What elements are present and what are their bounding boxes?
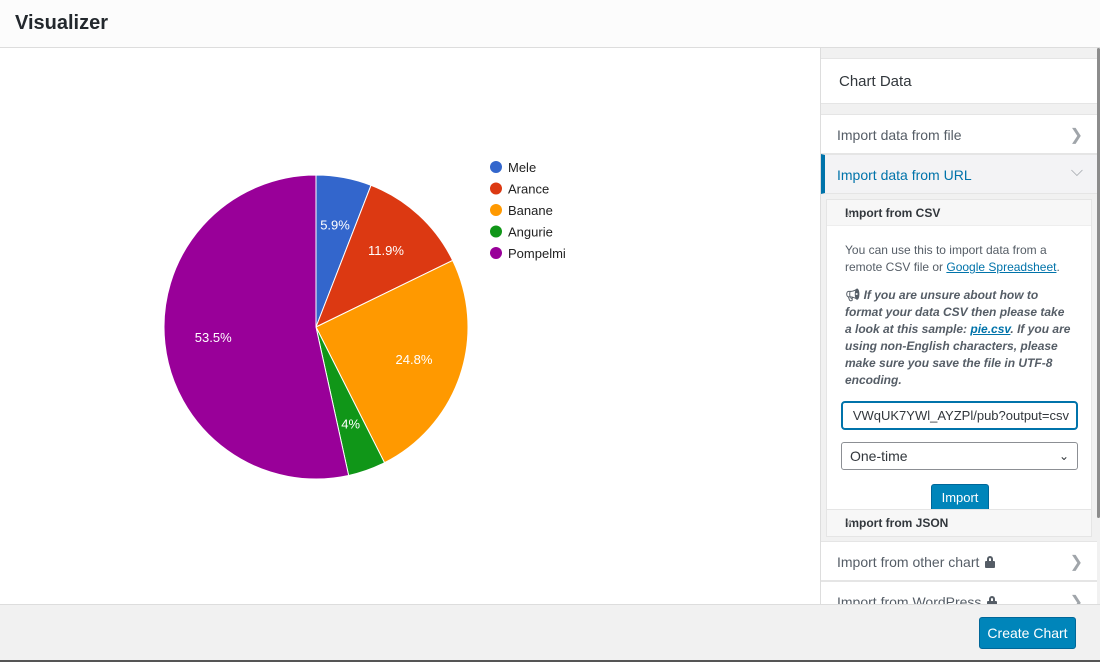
section-label-wrap: Import from other chart [837,554,996,570]
megaphone-icon: 📢︎ [845,288,861,302]
legend-marker-pompelmi [490,247,502,259]
google-spreadsheet-link[interactable]: Google Spreadsheet [946,260,1056,274]
section-label: Import from WordPress [837,594,982,604]
json-panel-header[interactable]: Import from JSON ▼ [827,510,1091,536]
legend-label-pompelmi[interactable]: Pompelmi [508,246,566,261]
schedule-select[interactable]: One-time ⌄ [841,442,1078,470]
slice-label-mele: 5.9% [320,217,350,232]
chevron-right-icon: ❯ [1069,554,1083,571]
section-label: Import data from URL [837,167,972,183]
legend-marker-arance [490,182,502,195]
chevron-right-icon: ❯ [1069,594,1083,604]
section-import-from-other-chart[interactable]: Import from other chart ❯ [821,541,1097,581]
section-import-from-wordpress[interactable]: Import from WordPress ❯ [821,581,1097,604]
section-label: Import from other chart [837,554,980,570]
intro-suffix: . [1056,260,1060,274]
legend-label-banane[interactable]: Banane [508,203,553,218]
footer-bar: Create Chart [0,604,1100,660]
chart-preview: 5.9% 11.9% 24.8% 4% 53.5% Mele Arance Banane An… [0,48,820,604]
page-header: Visualizer [0,0,1100,48]
collapse-triangle-icon: ▲ [845,209,853,218]
json-import-panel[interactable]: Import from JSON ▼ [826,509,1092,537]
slice-label-banane: 24.8% [396,352,433,367]
sidebar: Chart Data Import data from file ❯ Impor… [820,48,1100,604]
legend-marker-angurie [490,225,502,238]
pie-csv-link[interactable]: pie.csv [970,322,1010,336]
legend-marker-banane [490,204,502,216]
chevron-right-icon: ❯ [1069,127,1083,144]
section-label: Import data from file [837,127,962,143]
slice-label-pompelmi: 53.5% [195,330,232,345]
chart-data-title: Chart Data [839,73,912,90]
legend-marker-mele [490,161,502,173]
csv-intro-text: You can use this to import data from a r… [845,242,1073,276]
chevron-down-icon: ⌄ [1058,449,1069,463]
csv-format-note: 📢︎ If you are unsure about how to format… [845,287,1073,389]
import-button[interactable]: Import [931,484,989,512]
legend-label-arance[interactable]: Arance [508,182,549,197]
csv-url-input[interactable]: VWqUK7YWl_AYZPl/pub?output=csv [841,401,1078,430]
slice-label-arance: 11.9% [368,243,404,258]
page-title: Visualizer [15,12,109,34]
section-label-wrap: Import from WordPress [837,594,998,604]
csv-panel-header[interactable]: Import from CSV ▲ [827,200,1091,226]
pie-chart: 5.9% 11.9% 24.8% 4% 53.5% Mele Arance Banane An… [163,160,566,480]
schedule-value: One-time [850,448,908,464]
csv-import-panel: Import from CSV ▲ You can use this to im… [826,199,1092,527]
lock-icon [987,596,998,604]
create-chart-button[interactable]: Create Chart [979,617,1076,649]
legend-label-angurie[interactable]: Angurie [508,225,553,240]
legend-label-mele[interactable]: Mele [508,160,536,175]
expand-triangle-icon: ▼ [845,519,853,528]
section-import-from-file[interactable]: Import data from file ❯ [821,114,1097,154]
chevron-down-icon: ⌵ [1070,163,1083,180]
lock-icon [985,556,996,568]
chart-data-heading: Chart Data [821,58,1097,104]
section-import-from-url[interactable]: Import data from URL ⌵ [821,154,1097,194]
slice-label-angurie: 4% [341,416,360,431]
